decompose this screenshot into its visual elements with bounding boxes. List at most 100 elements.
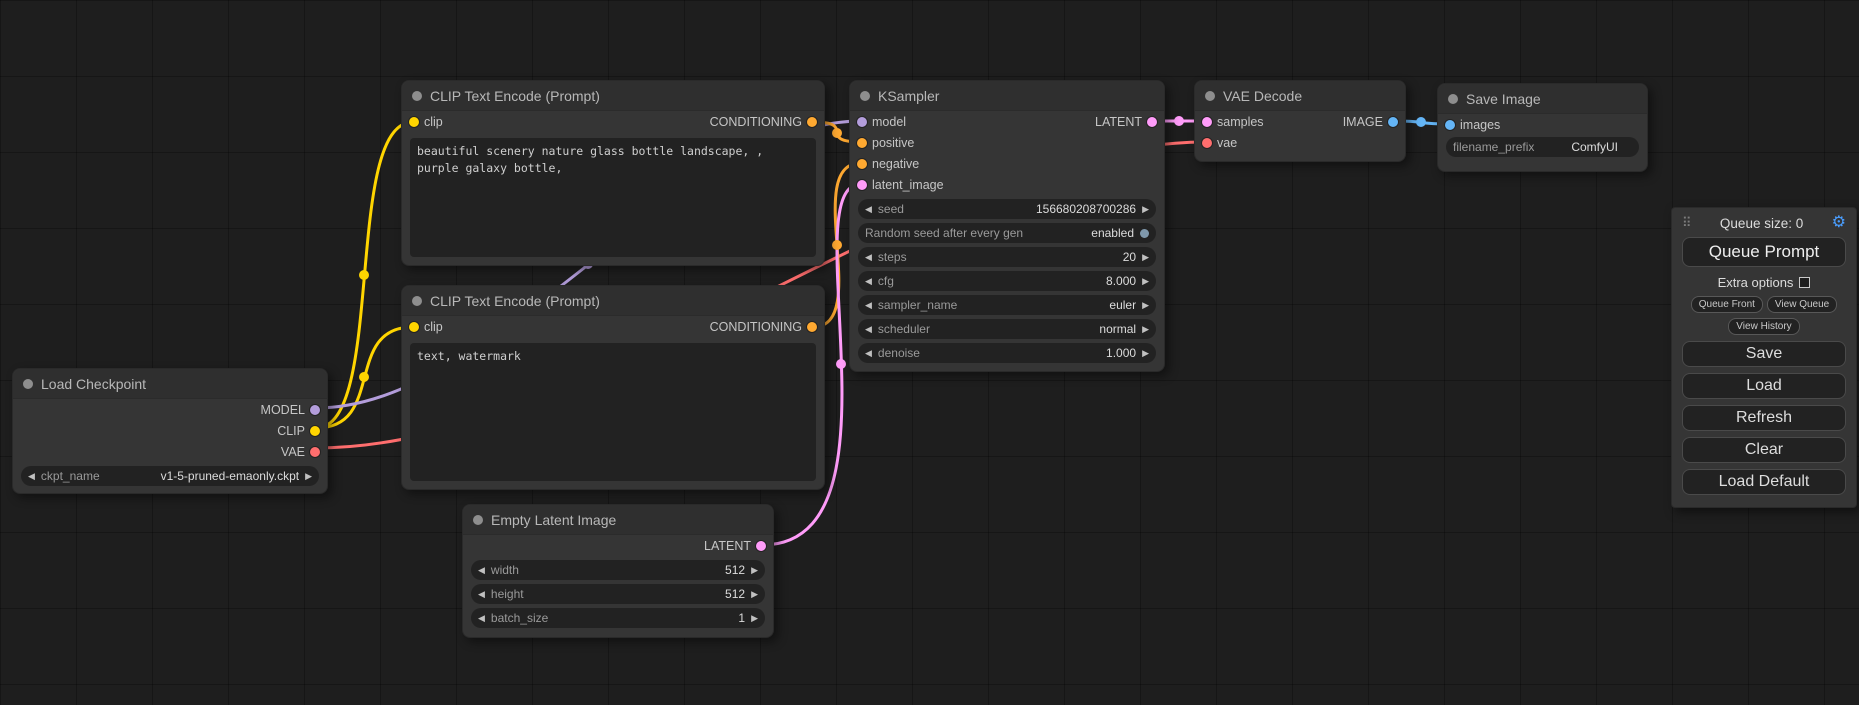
clip-input-port[interactable]	[409, 322, 419, 332]
node-save-image[interactable]: Save Image images filename_prefix ComfyU…	[1437, 83, 1648, 172]
model-input-port[interactable]	[857, 117, 867, 127]
slot-row-samples: samples IMAGE	[1195, 111, 1405, 132]
node-clip-text-encode-positive[interactable]: CLIP Text Encode (Prompt) clip CONDITION…	[401, 80, 825, 266]
next-arrow-icon[interactable]: ▶	[751, 614, 758, 623]
collapse-dot[interactable]	[860, 91, 870, 101]
scheduler-widget[interactable]: ◀ scheduler normal ▶	[858, 319, 1156, 339]
latent-image-input-port[interactable]	[857, 180, 867, 190]
next-arrow-icon[interactable]: ▶	[1142, 277, 1149, 286]
next-arrow-icon[interactable]: ▶	[1142, 301, 1149, 310]
node-clip-text-encode-negative[interactable]: CLIP Text Encode (Prompt) clip CONDITION…	[401, 285, 825, 490]
node-vae-decode[interactable]: VAE Decode samples IMAGE vae	[1194, 80, 1406, 162]
next-arrow-icon[interactable]: ▶	[751, 566, 758, 575]
link-midpoint-dot	[832, 128, 842, 138]
width-widget[interactable]: ◀ width 512 ▶	[471, 560, 765, 580]
queue-front-button[interactable]: Queue Front	[1691, 296, 1763, 313]
height-widget[interactable]: ◀ height 512 ▶	[471, 584, 765, 604]
node-empty-latent-image[interactable]: Empty Latent Image LATENT ◀ width 512 ▶ …	[462, 504, 774, 638]
node-title-bar[interactable]: CLIP Text Encode (Prompt)	[402, 286, 824, 316]
sampler-name-widget[interactable]: ◀ sampler_name euler ▶	[858, 295, 1156, 315]
next-arrow-icon[interactable]: ▶	[305, 472, 312, 481]
toggle-dot[interactable]	[1140, 229, 1149, 238]
batch-size-widget[interactable]: ◀ batch_size 1 ▶	[471, 608, 765, 628]
prev-arrow-icon[interactable]: ◀	[478, 590, 485, 599]
widget-value: 512	[725, 563, 745, 577]
model-output-port[interactable]	[310, 405, 320, 415]
cfg-widget[interactable]: ◀ cfg 8.000 ▶	[858, 271, 1156, 291]
next-arrow-icon[interactable]: ▶	[751, 590, 758, 599]
extra-options-checkbox[interactable]	[1799, 277, 1810, 288]
filename-prefix-widget[interactable]: filename_prefix ComfyUI	[1446, 137, 1639, 157]
output-label-conditioning: CONDITIONING	[710, 320, 802, 334]
clip-input-port[interactable]	[409, 117, 419, 127]
widget-value: 512	[725, 587, 745, 601]
prev-arrow-icon[interactable]: ◀	[865, 349, 872, 358]
latent-output-port[interactable]	[756, 541, 766, 551]
samples-input-port[interactable]	[1202, 117, 1212, 127]
widget-value: normal	[1099, 322, 1136, 336]
prev-arrow-icon[interactable]: ◀	[865, 205, 872, 214]
queue-prompt-button[interactable]: Queue Prompt	[1682, 237, 1846, 267]
random-seed-widget[interactable]: Random seed after every gen enabled	[858, 223, 1156, 243]
seed-widget[interactable]: ◀ seed 156680208700286 ▶	[858, 199, 1156, 219]
collapse-dot[interactable]	[473, 515, 483, 525]
collapse-dot[interactable]	[1205, 91, 1215, 101]
save-button[interactable]: Save	[1682, 341, 1846, 367]
history-button-row: View History	[1682, 318, 1846, 335]
collapse-dot[interactable]	[23, 379, 33, 389]
prev-arrow-icon[interactable]: ◀	[478, 566, 485, 575]
settings-gear-icon[interactable]: ⚙	[1832, 215, 1846, 231]
node-title-bar[interactable]: VAE Decode	[1195, 81, 1405, 111]
prev-arrow-icon[interactable]: ◀	[478, 614, 485, 623]
prev-arrow-icon[interactable]: ◀	[865, 301, 872, 310]
node-title: CLIP Text Encode (Prompt)	[430, 293, 600, 309]
prev-arrow-icon[interactable]: ◀	[28, 472, 35, 481]
vae-output-port[interactable]	[310, 447, 320, 457]
collapse-dot[interactable]	[412, 91, 422, 101]
steps-widget[interactable]: ◀ steps 20 ▶	[858, 247, 1156, 267]
negative-prompt-textarea[interactable]: text, watermark	[410, 343, 816, 481]
negative-input-port[interactable]	[857, 159, 867, 169]
prev-arrow-icon[interactable]: ◀	[865, 253, 872, 262]
load-button[interactable]: Load	[1682, 373, 1846, 399]
next-arrow-icon[interactable]: ▶	[1142, 205, 1149, 214]
collapse-dot[interactable]	[1448, 94, 1458, 104]
next-arrow-icon[interactable]: ▶	[1142, 325, 1149, 334]
view-history-button[interactable]: View History	[1728, 318, 1799, 335]
widget-value: ComfyUI	[1571, 140, 1618, 154]
positive-input-port[interactable]	[857, 138, 867, 148]
clip-output-port[interactable]	[310, 426, 320, 436]
view-queue-button[interactable]: View Queue	[1767, 296, 1837, 313]
vae-input-port[interactable]	[1202, 138, 1212, 148]
prev-arrow-icon[interactable]: ◀	[865, 325, 872, 334]
prev-arrow-icon[interactable]: ◀	[865, 277, 872, 286]
node-title-bar[interactable]: Empty Latent Image	[463, 505, 773, 535]
clear-button[interactable]: Clear	[1682, 437, 1846, 463]
images-input-port[interactable]	[1445, 120, 1455, 130]
ckpt-name-widget[interactable]: ◀ ckpt_name v1-5-pruned-emaonly.ckpt ▶	[21, 466, 319, 486]
widget-label: width	[491, 563, 519, 577]
denoise-widget[interactable]: ◀ denoise 1.000 ▶	[858, 343, 1156, 363]
drag-handle-icon[interactable]: ⠿	[1682, 215, 1692, 231]
conditioning-output-port[interactable]	[807, 322, 817, 332]
node-title-bar[interactable]: CLIP Text Encode (Prompt)	[402, 81, 824, 111]
slot-row-positive: positive	[850, 132, 1164, 153]
conditioning-output-port[interactable]	[807, 117, 817, 127]
wire-checkpoint-clip-to-positive-encode	[316, 122, 413, 428]
collapse-dot[interactable]	[412, 296, 422, 306]
load-default-button[interactable]: Load Default	[1682, 469, 1846, 495]
node-ksampler[interactable]: KSampler model LATENT positive negative …	[849, 80, 1165, 372]
latent-output-port[interactable]	[1147, 117, 1157, 127]
refresh-button[interactable]: Refresh	[1682, 405, 1846, 431]
widget-label: filename_prefix	[1453, 140, 1534, 154]
node-title-bar[interactable]: KSampler	[850, 81, 1164, 111]
widget-label: Random seed after every gen	[865, 226, 1023, 240]
node-load-checkpoint[interactable]: Load Checkpoint MODEL CLIP VAE ◀ ckpt_na…	[12, 368, 328, 494]
node-title-bar[interactable]: Load Checkpoint	[13, 369, 327, 399]
next-arrow-icon[interactable]: ▶	[1142, 253, 1149, 262]
image-output-port[interactable]	[1388, 117, 1398, 127]
next-arrow-icon[interactable]: ▶	[1142, 349, 1149, 358]
node-title-bar[interactable]: Save Image	[1438, 84, 1647, 114]
widget-label: ckpt_name	[41, 469, 100, 483]
positive-prompt-textarea[interactable]: beautiful scenery nature glass bottle la…	[410, 138, 816, 257]
